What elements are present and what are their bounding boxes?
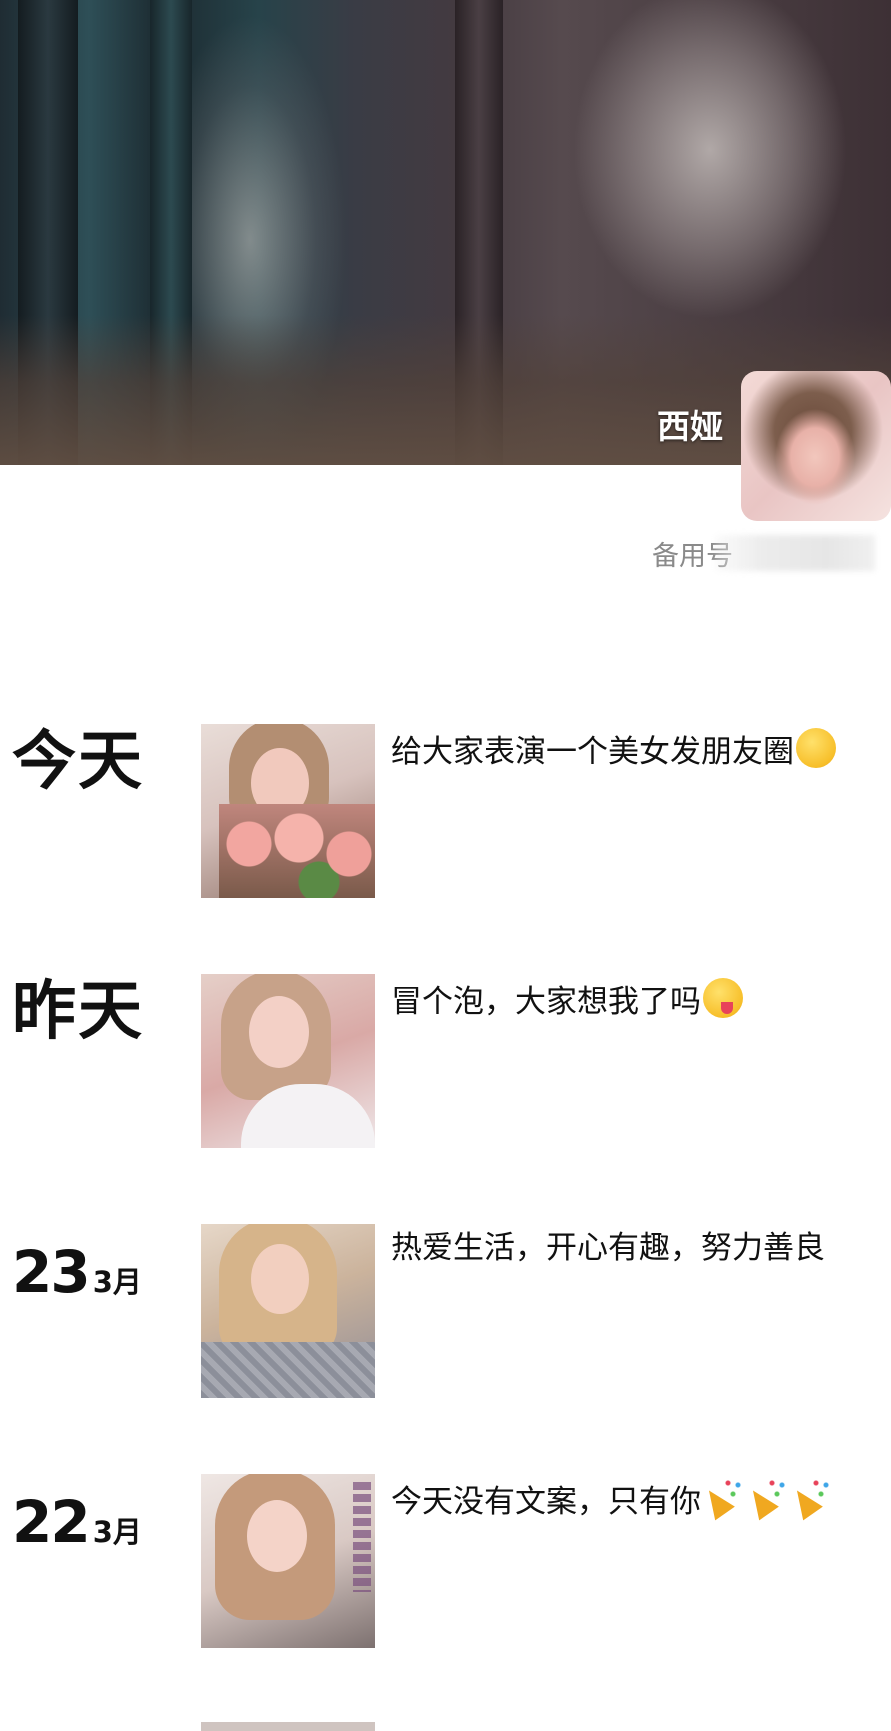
profile-avatar[interactable] — [741, 371, 891, 521]
moment-thumbnail[interactable] — [201, 1224, 375, 1398]
moment-text: 热爱生活，开心有趣，努力善良 — [391, 1230, 825, 1266]
moment-text: 今天没有文案，只有你 — [391, 1478, 833, 1522]
blurred-account-id — [715, 535, 875, 571]
thinking-face-icon — [796, 728, 836, 768]
moment-date-day: 22 — [12, 1488, 91, 1556]
moment-thumbnail-partial[interactable] — [201, 1722, 375, 1731]
moment-date: 今天 — [12, 725, 144, 799]
moment-date: 23 3月 — [12, 1238, 142, 1306]
moment-text: 给大家表演一个美女发朋友圈 — [391, 728, 836, 772]
moment-date-month: 3月 — [92, 1265, 142, 1299]
thumb-magazine-text — [353, 1482, 371, 1592]
moment-item[interactable]: 23 3月 热爱生活，开心有趣，努力善良 — [0, 1224, 891, 1402]
moment-thumbnail[interactable] — [201, 1474, 375, 1648]
moment-date: 昨天 — [12, 975, 144, 1049]
thumb-sweater — [201, 1342, 375, 1398]
moment-item[interactable]: 22 3月 今天没有文案，只有你 — [0, 1474, 891, 1652]
moment-thumbnail[interactable] — [201, 974, 375, 1148]
moment-thumbnail[interactable] — [201, 724, 375, 898]
winking-tongue-face-icon — [703, 978, 743, 1018]
profile-name[interactable]: 西娅 — [657, 400, 723, 448]
moment-date: 22 3月 — [12, 1488, 142, 1556]
party-popper-icon — [791, 1478, 833, 1518]
thumb-flowers — [219, 804, 375, 898]
party-popper-icon — [703, 1478, 745, 1518]
thumb-face — [249, 996, 309, 1068]
thumb-face — [251, 1244, 309, 1314]
party-popper-icon — [747, 1478, 789, 1518]
moment-item[interactable]: 昨天 冒个泡，大家想我了吗 — [0, 974, 891, 1152]
thumb-face — [247, 1500, 307, 1572]
moment-text: 冒个泡，大家想我了吗 — [391, 978, 743, 1022]
moment-date-day: 23 — [12, 1238, 91, 1306]
account-id-row: 备用号 — [652, 534, 891, 572]
moment-item[interactable]: 今天 给大家表演一个美女发朋友圈 — [0, 724, 891, 902]
moment-date-month: 3月 — [92, 1515, 142, 1549]
